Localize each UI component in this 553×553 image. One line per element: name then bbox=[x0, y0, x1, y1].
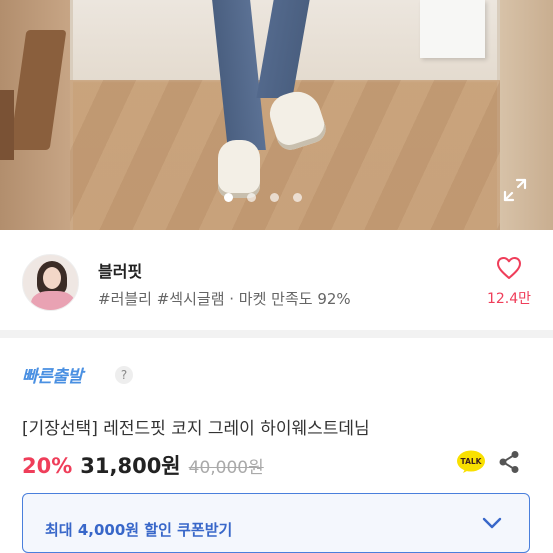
seller-info: 블러핏 #러블리 #섹시글램 · 마켓 만족도 92% 12.4만 bbox=[0, 244, 553, 324]
coupon-button[interactable]: 최대 4,000원 할인 쿠폰받기 bbox=[22, 493, 530, 553]
fast-shipping-badge: 빠른출발 bbox=[22, 367, 83, 387]
coupon-label: 최대 4,000원 할인 쿠폰받기 bbox=[45, 521, 233, 539]
section-divider bbox=[0, 330, 553, 338]
kakao-talk-icon[interactable]: TALK bbox=[456, 450, 486, 474]
carousel-indicator bbox=[0, 193, 553, 202]
seller-avatar[interactable] bbox=[22, 254, 79, 311]
discount-rate: 20% bbox=[22, 454, 73, 478]
chevron-down-icon bbox=[482, 516, 502, 530]
help-icon[interactable]: ? bbox=[115, 366, 133, 384]
product-title: [기장선택] 레전드핏 코지 그레이 하이웨스트데님 bbox=[22, 419, 370, 439]
seller-name[interactable]: 블러핏 bbox=[98, 258, 142, 282]
price-row: 20% 31,800원 40,000원 bbox=[22, 450, 264, 478]
original-price: 40,000원 bbox=[188, 458, 264, 478]
product-image[interactable] bbox=[0, 0, 553, 230]
talk-label: TALK bbox=[461, 457, 483, 466]
heart-outline-icon[interactable] bbox=[496, 256, 522, 280]
expand-fullscreen-icon[interactable] bbox=[502, 177, 528, 203]
carousel-dot-1[interactable] bbox=[223, 193, 233, 202]
seller-tags: #러블리 #섹시글램 · 마켓 만족도 92% bbox=[98, 290, 351, 308]
like-count: 12.4만 bbox=[486, 291, 532, 307]
carousel-dot-3[interactable] bbox=[269, 193, 279, 202]
share-icon[interactable] bbox=[498, 450, 520, 474]
sale-price: 31,800원 bbox=[80, 454, 181, 478]
carousel-dot-4[interactable] bbox=[292, 193, 302, 202]
carousel-dot-2[interactable] bbox=[246, 193, 256, 202]
